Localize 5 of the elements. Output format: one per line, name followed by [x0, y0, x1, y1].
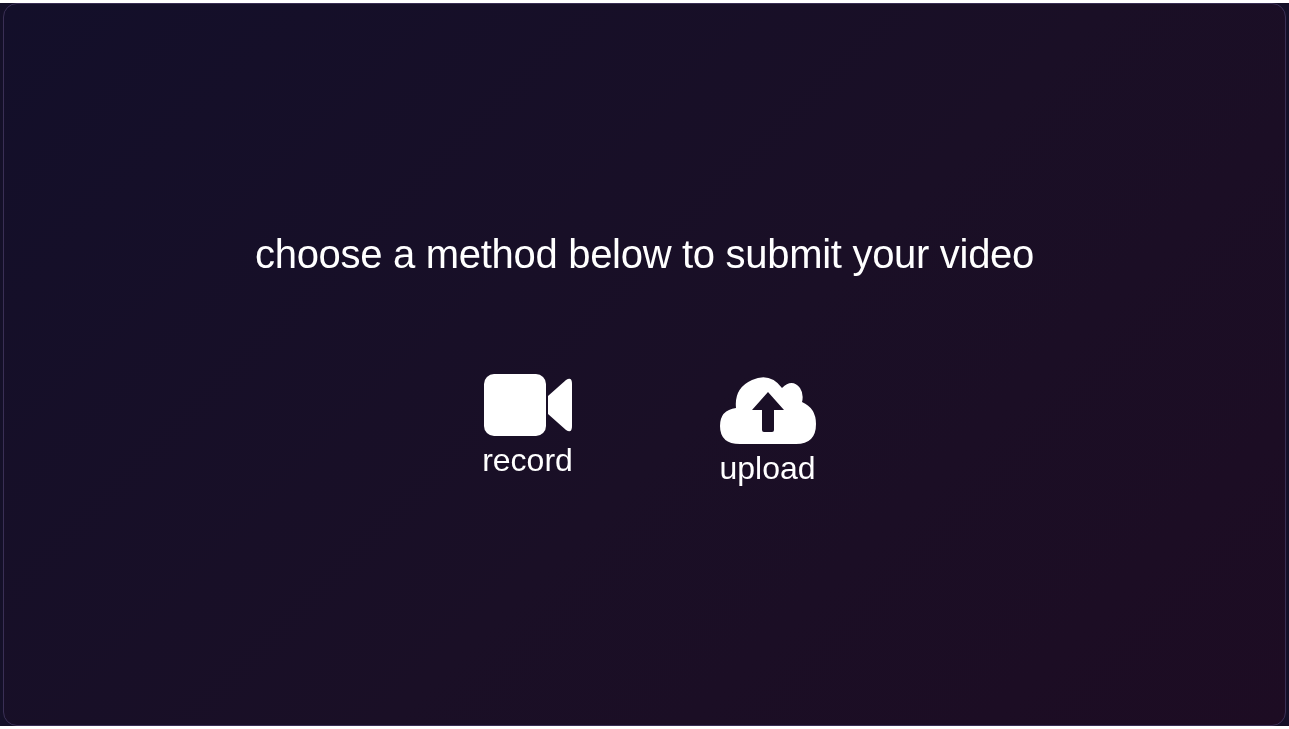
upload-button[interactable]: upload	[712, 374, 823, 487]
record-button[interactable]: record	[472, 374, 583, 487]
prompt-text: choose a method below to submit your video	[255, 232, 1034, 277]
cloud-upload-icon	[719, 374, 816, 444]
video-camera-icon	[483, 374, 572, 436]
